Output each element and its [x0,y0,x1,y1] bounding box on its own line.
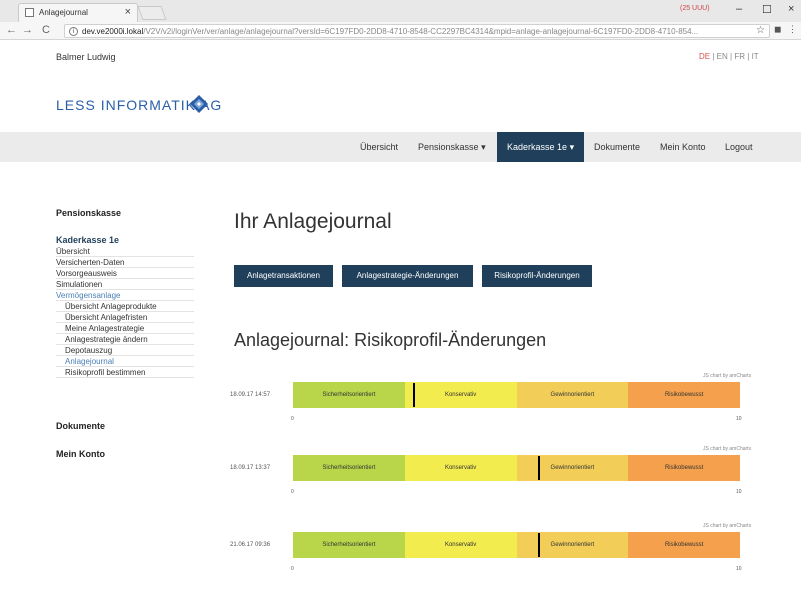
sidebar-item[interactable]: Anlagestrategie ändern [56,334,194,345]
row-date-label: 18.09.17 13:37 [230,465,271,471]
page-title: Ihr Anlagejournal [234,210,392,233]
nav-kaderkasse-label: Kaderkasse 1e [507,142,568,152]
nav-pensionskasse-label: Pensionskasse [418,142,479,152]
risk-band: Risikobewusst [628,382,740,408]
tab-title: Anlagejournal [39,8,88,17]
extension-icon[interactable]: ◼ [774,24,781,35]
sidebar-pensionskasse[interactable]: Pensionskasse [56,208,121,218]
amcharts-credit[interactable]: JS chart by amCharts [703,373,751,379]
sidebar-item[interactable]: Risikoprofil bestimmen [56,367,194,378]
lang-it[interactable]: IT [752,52,759,61]
tab-strip: Anlagejournal × (25 UUU) – ☐ × [0,0,801,22]
risk-band: Konservativ [404,532,517,558]
sidebar-kaderkasse[interactable]: Kaderkasse 1e [56,235,119,245]
axis-max-label: 10 [736,416,742,422]
sidebar-item[interactable]: Simulationen [56,279,194,290]
axis-min-label: 0 [291,416,294,422]
new-tab-button[interactable] [137,6,167,20]
sidebar-item[interactable]: Übersicht [56,246,194,257]
sidebar-mein-konto[interactable]: Mein Konto [56,449,105,459]
bookmark-star-icon[interactable]: ☆ [756,25,765,36]
reload-icon[interactable]: C [42,24,50,36]
nav-kaderkasse[interactable]: Kaderkasse 1e ▾ [497,132,585,162]
risk-band: Sicherheitsorientiert [293,455,405,481]
extension-badge: (25 UUU) [680,5,710,12]
nav-dokumente[interactable]: Dokumente [594,132,640,162]
axis-max-label: 10 [736,489,742,495]
main-navbar: Übersicht Pensionskasse ▾ Kaderkasse 1e … [0,132,801,162]
page-favicon-icon [25,8,34,17]
risk-band: Risikobewusst [628,455,740,481]
sidebar-item[interactable]: Übersicht Anlageprodukte [56,301,194,312]
minimize-icon[interactable]: – [736,3,742,15]
risk-band: Gewinnorientiert [516,455,629,481]
sidebar-item[interactable]: Depotauszug [56,345,194,356]
amcharts-credit[interactable]: JS chart by amCharts [703,523,751,529]
language-switcher: DE | EN | FR | IT [699,52,759,61]
browser-tab[interactable]: Anlagejournal × [18,3,138,22]
lang-fr[interactable]: FR [734,52,745,61]
close-tab-icon[interactable]: × [125,6,131,18]
risk-profile-marker [412,383,415,407]
maximize-icon[interactable]: ☐ [762,3,772,16]
sidebar-item[interactable]: Anlagejournal [56,356,194,367]
sidebar-dokumente[interactable]: Dokumente [56,421,105,431]
info-icon[interactable]: i [69,27,78,36]
window-close-icon[interactable]: × [788,3,794,15]
anlagestrategie-aenderungen-button[interactable]: Anlagestrategie-Änderungen [342,265,473,287]
row-date-label: 21.06.17 09:36 [230,542,271,548]
amcharts-credit[interactable]: JS chart by amCharts [703,446,751,452]
back-icon[interactable]: ← [6,24,17,36]
browser-toolbar: ← → C i dev.ve2000i.lokal/V2V/v2i/loginV… [0,22,801,40]
risk-band: Sicherheitsorientiert [293,382,405,408]
risikoprofil-aenderungen-button[interactable]: Risikoprofil-Änderungen [482,265,592,287]
sidebar-item[interactable]: Versicherten-Daten [56,257,194,268]
caret-down-icon: ▾ [569,142,575,152]
risk-band: Sicherheitsorientiert [293,532,405,558]
risk-band: Konservativ [404,382,517,408]
axis-min-label: 0 [291,566,294,572]
browser-chrome: Anlagejournal × (25 UUU) – ☐ × ← → C i d… [0,0,801,40]
menu-icon[interactable]: ⋮ [788,24,797,35]
company-logo-icon [190,95,208,113]
sidebar-item[interactable]: Vermögensanlage [56,290,194,301]
sidebar-item[interactable]: Übersicht Anlagefristen [56,312,194,323]
url-path: /V2V/v2i/loginVer/ver/anlage/anlagejourn… [143,27,699,36]
risk-band: Konservativ [404,455,517,481]
nav-uebersicht[interactable]: Übersicht [360,132,398,162]
risk-band: Risikobewusst [628,532,740,558]
nav-pensionskasse[interactable]: Pensionskasse ▾ [418,132,486,162]
risk-profile-marker [537,533,540,557]
section-title: Anlagejournal: Risikoprofil-Änderungen [234,330,547,350]
lang-de[interactable]: DE [699,52,710,61]
sidebar-item[interactable]: Vorsorgeausweis [56,268,194,279]
risk-profile-marker [537,456,540,480]
row-date-label: 18.09.17 14:57 [230,392,271,398]
caret-down-icon: ▾ [481,142,486,152]
anlagetransaktionen-button[interactable]: Anlagetransaktionen [234,265,333,287]
user-name: Balmer Ludwig [56,52,116,62]
axis-min-label: 0 [291,489,294,495]
nav-mein-konto[interactable]: Mein Konto [660,132,706,162]
url-host: dev.ve2000i.lokal [82,27,144,36]
lang-en[interactable]: EN [717,52,728,61]
nav-logout[interactable]: Logout [725,132,753,162]
risk-band: Gewinnorientiert [516,382,629,408]
address-bar[interactable]: i dev.ve2000i.lokal/V2V/v2i/loginVer/ver… [64,24,770,38]
sidebar-item[interactable]: Meine Anlagestrategie [56,323,194,334]
axis-max-label: 10 [736,566,742,572]
risk-band: Gewinnorientiert [516,532,629,558]
forward-icon[interactable]: → [22,24,33,36]
